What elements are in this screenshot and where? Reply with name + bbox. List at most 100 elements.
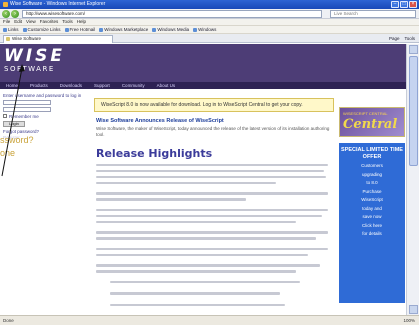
promo-line[interactable]: Click here	[339, 223, 405, 230]
logo-wordmark: WISE	[4, 46, 65, 66]
url-input[interactable]: http://www.wisesoftware.com/	[22, 10, 322, 18]
forward-button[interactable]: ›	[11, 10, 19, 18]
text-line	[96, 214, 322, 217]
text-line	[96, 231, 328, 234]
bullet-item	[110, 292, 280, 295]
text-line	[96, 264, 320, 267]
links-label: Links	[3, 27, 19, 33]
menu-tools[interactable]: Tools	[62, 19, 73, 25]
vertical-scrollbar[interactable]	[406, 44, 419, 315]
announcement-banner[interactable]: WiseScript 8.0 is now available for down…	[94, 98, 334, 112]
news-headline[interactable]: Wise Software Announces Release of WiseS…	[96, 118, 336, 124]
text-line	[96, 270, 296, 273]
promo-line: WiseScript	[361, 197, 383, 202]
back-button[interactable]: ‹	[2, 10, 10, 18]
site-logo[interactable]: WISE SOFTWARE	[4, 48, 74, 76]
nav-downloads[interactable]: Downloads	[60, 82, 82, 89]
promo-sidebar: WISESCRIPT CENTRAL Central SPECIAL LIMIT…	[339, 93, 405, 315]
text-line	[96, 163, 328, 166]
text-line	[96, 192, 328, 195]
menu-bar: File Edit View Favorites Tools Help	[0, 19, 419, 26]
promo-line: upgrading	[361, 171, 383, 177]
remember-label: Remember me	[9, 113, 39, 119]
favicon-icon	[6, 37, 10, 41]
menu-help[interactable]: Help	[77, 19, 86, 25]
text-line	[96, 175, 326, 178]
promo-title: SPECIAL LIMITED TIME OFFER	[341, 147, 403, 160]
tab-tools: Page Tools	[389, 35, 415, 42]
special-offer-box[interactable]: SPECIAL LIMITED TIME OFFER Customers upg…	[339, 143, 405, 303]
banner-caption: WISESCRIPT CENTRAL	[343, 111, 388, 116]
nav-products[interactable]: Products	[30, 82, 48, 89]
login-sidebar: Enter username and password to log in Re…	[3, 93, 87, 315]
site-header: WISE SOFTWARE	[0, 44, 406, 82]
minimize-button[interactable]: –	[391, 1, 399, 8]
tools-menu-button[interactable]: Tools	[404, 35, 415, 42]
bullet-item	[110, 303, 285, 306]
ie-app-icon	[3, 2, 8, 7]
promo-line: to 8.0	[366, 180, 378, 185]
promo-line: today and	[362, 205, 382, 211]
scroll-down-arrow[interactable]	[409, 305, 418, 314]
main-content: WiseScript 8.0 is now available for down…	[90, 93, 336, 318]
close-button[interactable]: ×	[409, 1, 417, 8]
remember-checkbox[interactable]	[3, 114, 7, 119]
menu-file[interactable]: File	[3, 19, 10, 25]
text-line	[96, 169, 324, 172]
link-media[interactable]: Windows Media	[152, 27, 189, 33]
status-bar: Done 100%	[0, 315, 419, 325]
annotation-callout: ssword? one	[0, 134, 34, 160]
menu-view[interactable]: View	[26, 19, 36, 25]
menu-edit[interactable]: Edit	[14, 19, 22, 25]
nav-about[interactable]: About Us	[157, 82, 176, 89]
window-title: Wise Software - Windows Internet Explore…	[10, 1, 106, 7]
news-paragraph: Wise Software, the maker of WiseScript, …	[96, 126, 330, 137]
tab-wise-software[interactable]: Wise Software	[3, 35, 113, 43]
scroll-up-arrow[interactable]	[409, 45, 418, 54]
links-bar: Links Customize Links Free Hotmail Windo…	[0, 26, 419, 34]
tab-bar: Wise Software Page Tools	[0, 34, 419, 43]
address-bar: ‹ › http://www.wisesoftware.com/ Live Se…	[0, 9, 419, 19]
link-hotmail[interactable]: Free Hotmail	[65, 27, 96, 33]
search-input[interactable]: Live Search	[330, 10, 416, 18]
login-button[interactable]: Login	[3, 121, 25, 127]
text-line	[96, 198, 246, 201]
window-titlebar: Wise Software - Windows Internet Explore…	[0, 0, 419, 9]
site-nav: Home Products Downloads Support Communit…	[0, 82, 406, 89]
page-viewport: WISE SOFTWARE Home Products Downloads Su…	[0, 44, 419, 318]
link-windows[interactable]: Windows	[193, 27, 216, 33]
banner-word: Central	[343, 117, 398, 132]
text-line	[96, 237, 316, 240]
nav-community[interactable]: Community	[122, 82, 145, 89]
maximize-button[interactable]: □	[400, 1, 408, 8]
promo-line: save now	[362, 214, 382, 219]
password-field[interactable]	[3, 106, 51, 112]
text-line	[96, 247, 328, 250]
status-text: Done	[3, 318, 14, 323]
link-marketplace[interactable]: Windows Marketplace	[99, 27, 148, 33]
logo-subtitle: SOFTWARE	[4, 65, 55, 73]
login-instructions: Enter username and password to log in	[3, 93, 82, 98]
promo-line[interactable]: for details	[339, 231, 405, 238]
scroll-thumb[interactable]	[409, 56, 418, 166]
promo-line: Customers	[361, 163, 383, 168]
text-line	[96, 220, 296, 223]
window-controls: – □ ×	[391, 1, 417, 8]
bullet-item	[110, 280, 300, 283]
zoom-level[interactable]: 100%	[403, 318, 415, 323]
central-banner[interactable]: WISESCRIPT CENTRAL Central	[339, 107, 405, 137]
remember-me[interactable]: Remember me	[3, 114, 87, 120]
callout-line-1: ssword?	[0, 135, 34, 145]
text-line	[96, 253, 308, 256]
menu-favorites[interactable]: Favorites	[40, 19, 59, 25]
callout-line-2: one	[0, 148, 16, 158]
tab-label: Wise Software	[12, 36, 42, 41]
text-line	[96, 208, 328, 211]
promo-line: Purchase	[362, 188, 382, 194]
link-customize[interactable]: Customize Links	[23, 27, 61, 33]
username-field[interactable]	[3, 99, 51, 105]
text-line	[96, 181, 276, 184]
nav-support[interactable]: Support	[94, 82, 110, 89]
page-menu-button[interactable]: Page	[389, 35, 400, 42]
nav-home[interactable]: Home	[6, 82, 18, 89]
